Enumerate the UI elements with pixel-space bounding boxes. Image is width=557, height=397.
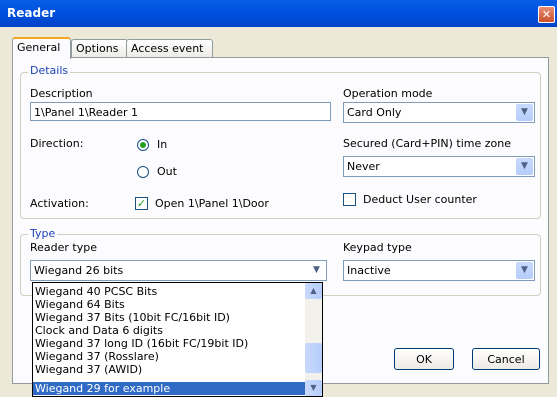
direction-label: Direction: [30,137,84,150]
ok-button[interactable]: OK [394,348,454,370]
list-item[interactable]: Wiegand 40 PCSC Bits [35,285,157,298]
operation-mode-select[interactable]: Card Only ▼ [343,102,535,123]
direction-out-radio[interactable] [137,166,149,178]
direction-in-radio[interactable] [137,139,149,151]
details-legend: Details [28,64,71,77]
reader-type-dropdown-list[interactable]: Wiegand 40 PCSC Bits Wiegand 64 Bits Wie… [32,282,323,397]
scroll-up-icon[interactable]: ▲ [305,283,322,299]
activation-label: Activation: [30,197,89,210]
chevron-down-icon[interactable]: ▼ [516,104,533,121]
direction-out-label: Out [157,165,177,178]
description-label: Description [30,87,93,100]
close-icon[interactable]: ✕ [538,6,555,23]
secured-timezone-value: Never [347,160,380,173]
list-item[interactable]: Wiegand 37 (Rosslare) [35,350,159,363]
keypad-type-value: Inactive [347,264,391,277]
operation-mode-value: Card Only [347,106,402,119]
tab-options[interactable]: Options [71,39,128,57]
list-item[interactable]: Clock and Data 6 digits [35,324,163,337]
cancel-button[interactable]: Cancel [472,348,540,370]
operation-mode-label: Operation mode [343,87,433,100]
list-item-selected[interactable]: Wiegand 29 for example [33,382,305,395]
type-legend: Type [28,227,58,240]
chevron-down-icon[interactable]: ▼ [516,262,533,279]
direction-in-label: In [157,138,168,151]
chevron-down-icon[interactable]: ▼ [516,158,533,175]
window-title: Reader [7,6,56,20]
activation-checkbox[interactable]: ✓ [135,197,148,210]
secured-timezone-label: Secured (Card+PIN) time zone [343,137,512,150]
keypad-type-label: Keypad type [343,241,412,254]
list-item[interactable]: Wiegand 37 (AWID) [35,363,142,376]
reader-type-label: Reader type [30,241,97,254]
deduct-user-counter-label: Deduct User counter [363,193,477,206]
dropdown-scrollbar[interactable]: ▲ ▼ [305,283,322,396]
deduct-user-counter-checkbox[interactable] [343,193,356,206]
list-item[interactable]: Wiegand 37 Bits (10bit FC/16bit ID) [35,311,230,324]
description-field[interactable]: 1\Panel 1\Reader 1 [30,102,331,121]
list-item[interactable]: Wiegand 64 Bits [35,298,125,311]
list-item[interactable]: Wiegand 37 long ID (16bit FC/19bit ID) [35,337,248,350]
keypad-type-select[interactable]: Inactive ▼ [343,260,535,281]
scroll-down-icon[interactable]: ▼ [305,380,322,396]
tab-access-event[interactable]: Access event [126,39,213,57]
title-bar: Reader ✕ [0,0,557,27]
scroll-thumb[interactable] [305,343,322,373]
chevron-down-icon[interactable]: ▼ [308,262,325,279]
tab-general[interactable]: General [12,37,71,59]
secured-timezone-select[interactable]: Never ▼ [343,156,535,177]
activation-value: Open 1\Panel 1\Door [155,197,269,210]
reader-type-value: Wiegand 26 bits [34,264,124,277]
reader-type-select[interactable]: Wiegand 26 bits ▼ [30,260,327,281]
